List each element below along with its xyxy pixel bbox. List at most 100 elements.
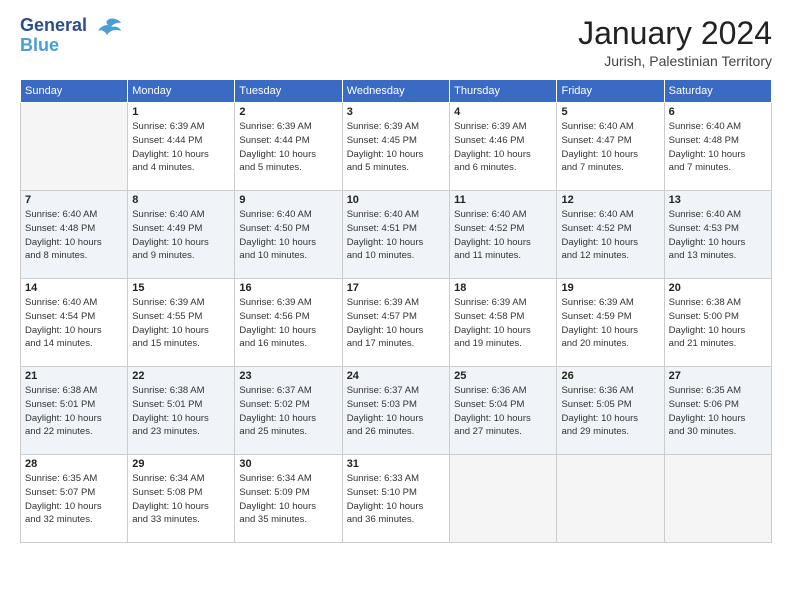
- day-info: Sunrise: 6:38 AM Sunset: 5:01 PM Dayligh…: [132, 384, 230, 439]
- day-info: Sunrise: 6:40 AM Sunset: 4:47 PM Dayligh…: [561, 120, 659, 175]
- calendar-cell: 11 Sunrise: 6:40 AM Sunset: 4:52 PM Dayli…: [450, 191, 557, 279]
- calendar-cell: 25Sunrise: 6:36 AM Sunset: 5:04 PM Dayli…: [450, 367, 557, 455]
- calendar-cell: 3Sunrise: 6:39 AM Sunset: 4:45 PM Daylig…: [342, 103, 449, 191]
- calendar-cell: 17Sunrise: 6:39 AM Sunset: 4:57 PM Dayli…: [342, 279, 449, 367]
- day-info: Sunrise: 6:39 AM Sunset: 4:45 PM Dayligh…: [347, 120, 445, 175]
- calendar-cell: 30Sunrise: 6:34 AM Sunset: 5:09 PM Dayli…: [235, 455, 342, 543]
- calendar-cell: 13 Sunrise: 6:40 AM Sunset: 4:53 PM Dayli…: [664, 191, 771, 279]
- day-number: 27: [669, 370, 767, 382]
- day-info: Sunrise: 6:40 AM Sunset: 4:51 PM Dayligh…: [347, 208, 445, 263]
- day-info: Sunrise: 6:38 AM Sunset: 5:00 PM Dayligh…: [669, 296, 767, 351]
- calendar-cell: 26 Sunrise: 6:36 AM Sunset: 5:05 PM Dayli…: [557, 367, 664, 455]
- day-info: Sunrise: 6:40 AM Sunset: 4:49 PM Dayligh…: [132, 208, 230, 263]
- calendar-cell: 7 Sunrise: 6:40 AM Sunset: 4:48 PM Daylig…: [21, 191, 128, 279]
- location: Jurish, Palestinian Territory: [578, 53, 772, 69]
- calendar-cell: 27 Sunrise: 6:35 AM Sunset: 5:06 PM Dayli…: [664, 367, 771, 455]
- header-wednesday: Wednesday: [342, 80, 449, 103]
- header-friday: Friday: [557, 80, 664, 103]
- day-number: 4: [454, 106, 552, 118]
- calendar-table: Sunday Monday Tuesday Wednesday Thursday…: [20, 79, 772, 543]
- day-info: Sunrise: 6:40 AM Sunset: 4:48 PM Dayligh…: [669, 120, 767, 175]
- day-info: Sunrise: 6:39 AM Sunset: 4:55 PM Dayligh…: [132, 296, 230, 351]
- day-number: 1: [132, 106, 230, 118]
- calendar-cell: [557, 455, 664, 543]
- day-number: 18: [454, 282, 552, 294]
- day-info: Sunrise: 6:39 AM Sunset: 4:44 PM Dayligh…: [132, 120, 230, 175]
- day-info: Sunrise: 6:40 AM Sunset: 4:48 PM Dayligh…: [25, 208, 123, 263]
- calendar-cell: 4 Sunrise: 6:39 AM Sunset: 4:46 PM Daylig…: [450, 103, 557, 191]
- day-info: Sunrise: 6:39 AM Sunset: 4:56 PM Dayligh…: [239, 296, 337, 351]
- calendar-week-row: 1 Sunrise: 6:39 AM Sunset: 4:44 PM Daylig…: [21, 103, 772, 191]
- day-info: Sunrise: 6:39 AM Sunset: 4:58 PM Dayligh…: [454, 296, 552, 351]
- calendar-cell: 1 Sunrise: 6:39 AM Sunset: 4:44 PM Daylig…: [128, 103, 235, 191]
- calendar-header-row: Sunday Monday Tuesday Wednesday Thursday…: [21, 80, 772, 103]
- day-info: Sunrise: 6:35 AM Sunset: 5:07 PM Dayligh…: [25, 472, 123, 527]
- day-info: Sunrise: 6:34 AM Sunset: 5:09 PM Dayligh…: [239, 472, 337, 527]
- day-number: 20: [669, 282, 767, 294]
- day-info: Sunrise: 6:37 AM Sunset: 5:02 PM Dayligh…: [239, 384, 337, 439]
- day-number: 5: [561, 106, 659, 118]
- calendar-cell: 19 Sunrise: 6:39 AM Sunset: 4:59 PM Dayli…: [557, 279, 664, 367]
- day-number: 29: [132, 458, 230, 470]
- day-info: Sunrise: 6:39 AM Sunset: 4:46 PM Dayligh…: [454, 120, 552, 175]
- day-number: 22: [132, 370, 230, 382]
- day-number: 8: [132, 194, 230, 206]
- title-area: January 2024 Jurish, Palestinian Territo…: [578, 16, 772, 69]
- calendar-cell: 10Sunrise: 6:40 AM Sunset: 4:51 PM Dayli…: [342, 191, 449, 279]
- day-number: 13: [669, 194, 767, 206]
- calendar-cell: [21, 103, 128, 191]
- calendar-week-row: 28 Sunrise: 6:35 AM Sunset: 5:07 PM Dayli…: [21, 455, 772, 543]
- calendar-cell: 2Sunrise: 6:39 AM Sunset: 4:44 PM Daylig…: [235, 103, 342, 191]
- month-title: January 2024: [578, 16, 772, 51]
- calendar-cell: 18 Sunrise: 6:39 AM Sunset: 4:58 PM Dayli…: [450, 279, 557, 367]
- calendar-week-row: 21 Sunrise: 6:38 AM Sunset: 5:01 PM Dayli…: [21, 367, 772, 455]
- calendar-week-row: 14Sunrise: 6:40 AM Sunset: 4:54 PM Dayli…: [21, 279, 772, 367]
- calendar-cell: 14Sunrise: 6:40 AM Sunset: 4:54 PM Dayli…: [21, 279, 128, 367]
- header-sunday: Sunday: [21, 80, 128, 103]
- day-number: 12: [561, 194, 659, 206]
- day-number: 7: [25, 194, 123, 206]
- day-info: Sunrise: 6:40 AM Sunset: 4:52 PM Dayligh…: [454, 208, 552, 263]
- calendar-cell: 22 Sunrise: 6:38 AM Sunset: 5:01 PM Dayli…: [128, 367, 235, 455]
- calendar-week-row: 7 Sunrise: 6:40 AM Sunset: 4:48 PM Daylig…: [21, 191, 772, 279]
- calendar-cell: 15Sunrise: 6:39 AM Sunset: 4:55 PM Dayli…: [128, 279, 235, 367]
- calendar-cell: 6Sunrise: 6:40 AM Sunset: 4:48 PM Daylig…: [664, 103, 771, 191]
- calendar-cell: 23 Sunrise: 6:37 AM Sunset: 5:02 PM Dayli…: [235, 367, 342, 455]
- day-info: Sunrise: 6:39 AM Sunset: 4:57 PM Dayligh…: [347, 296, 445, 351]
- header-thursday: Thursday: [450, 80, 557, 103]
- day-number: 26: [561, 370, 659, 382]
- day-info: Sunrise: 6:36 AM Sunset: 5:04 PM Dayligh…: [454, 384, 552, 439]
- calendar-cell: 31 Sunrise: 6:33 AM Sunset: 5:10 PM Dayli…: [342, 455, 449, 543]
- day-number: 21: [25, 370, 123, 382]
- calendar-cell: 5 Sunrise: 6:40 AM Sunset: 4:47 PM Daylig…: [557, 103, 664, 191]
- calendar-cell: 28 Sunrise: 6:35 AM Sunset: 5:07 PM Dayli…: [21, 455, 128, 543]
- day-info: Sunrise: 6:35 AM Sunset: 5:06 PM Dayligh…: [669, 384, 767, 439]
- logo-bird-icon: [93, 15, 123, 52]
- day-info: Sunrise: 6:40 AM Sunset: 4:53 PM Dayligh…: [669, 208, 767, 263]
- day-info: Sunrise: 6:33 AM Sunset: 5:10 PM Dayligh…: [347, 472, 445, 527]
- logo: General Blue: [20, 16, 123, 56]
- calendar-cell: 24 Sunrise: 6:37 AM Sunset: 5:03 PM Dayli…: [342, 367, 449, 455]
- calendar-cell: 12Sunrise: 6:40 AM Sunset: 4:52 PM Dayli…: [557, 191, 664, 279]
- calendar-cell: 29Sunrise: 6:34 AM Sunset: 5:08 PM Dayli…: [128, 455, 235, 543]
- day-number: 23: [239, 370, 337, 382]
- header-monday: Monday: [128, 80, 235, 103]
- day-info: Sunrise: 6:39 AM Sunset: 4:59 PM Dayligh…: [561, 296, 659, 351]
- day-number: 24: [347, 370, 445, 382]
- calendar-cell: [664, 455, 771, 543]
- logo-line2: Blue: [20, 36, 87, 56]
- day-number: 31: [347, 458, 445, 470]
- day-info: Sunrise: 6:39 AM Sunset: 4:44 PM Dayligh…: [239, 120, 337, 175]
- day-number: 14: [25, 282, 123, 294]
- day-number: 19: [561, 282, 659, 294]
- day-number: 28: [25, 458, 123, 470]
- calendar-cell: 16 Sunrise: 6:39 AM Sunset: 4:56 PM Dayli…: [235, 279, 342, 367]
- day-number: 16: [239, 282, 337, 294]
- calendar-cell: [450, 455, 557, 543]
- calendar-cell: 8 Sunrise: 6:40 AM Sunset: 4:49 PM Daylig…: [128, 191, 235, 279]
- day-number: 11: [454, 194, 552, 206]
- day-info: Sunrise: 6:37 AM Sunset: 5:03 PM Dayligh…: [347, 384, 445, 439]
- calendar-cell: 21Sunrise: 6:38 AM Sunset: 5:01 PM Dayli…: [21, 367, 128, 455]
- header-tuesday: Tuesday: [235, 80, 342, 103]
- day-info: Sunrise: 6:36 AM Sunset: 5:05 PM Dayligh…: [561, 384, 659, 439]
